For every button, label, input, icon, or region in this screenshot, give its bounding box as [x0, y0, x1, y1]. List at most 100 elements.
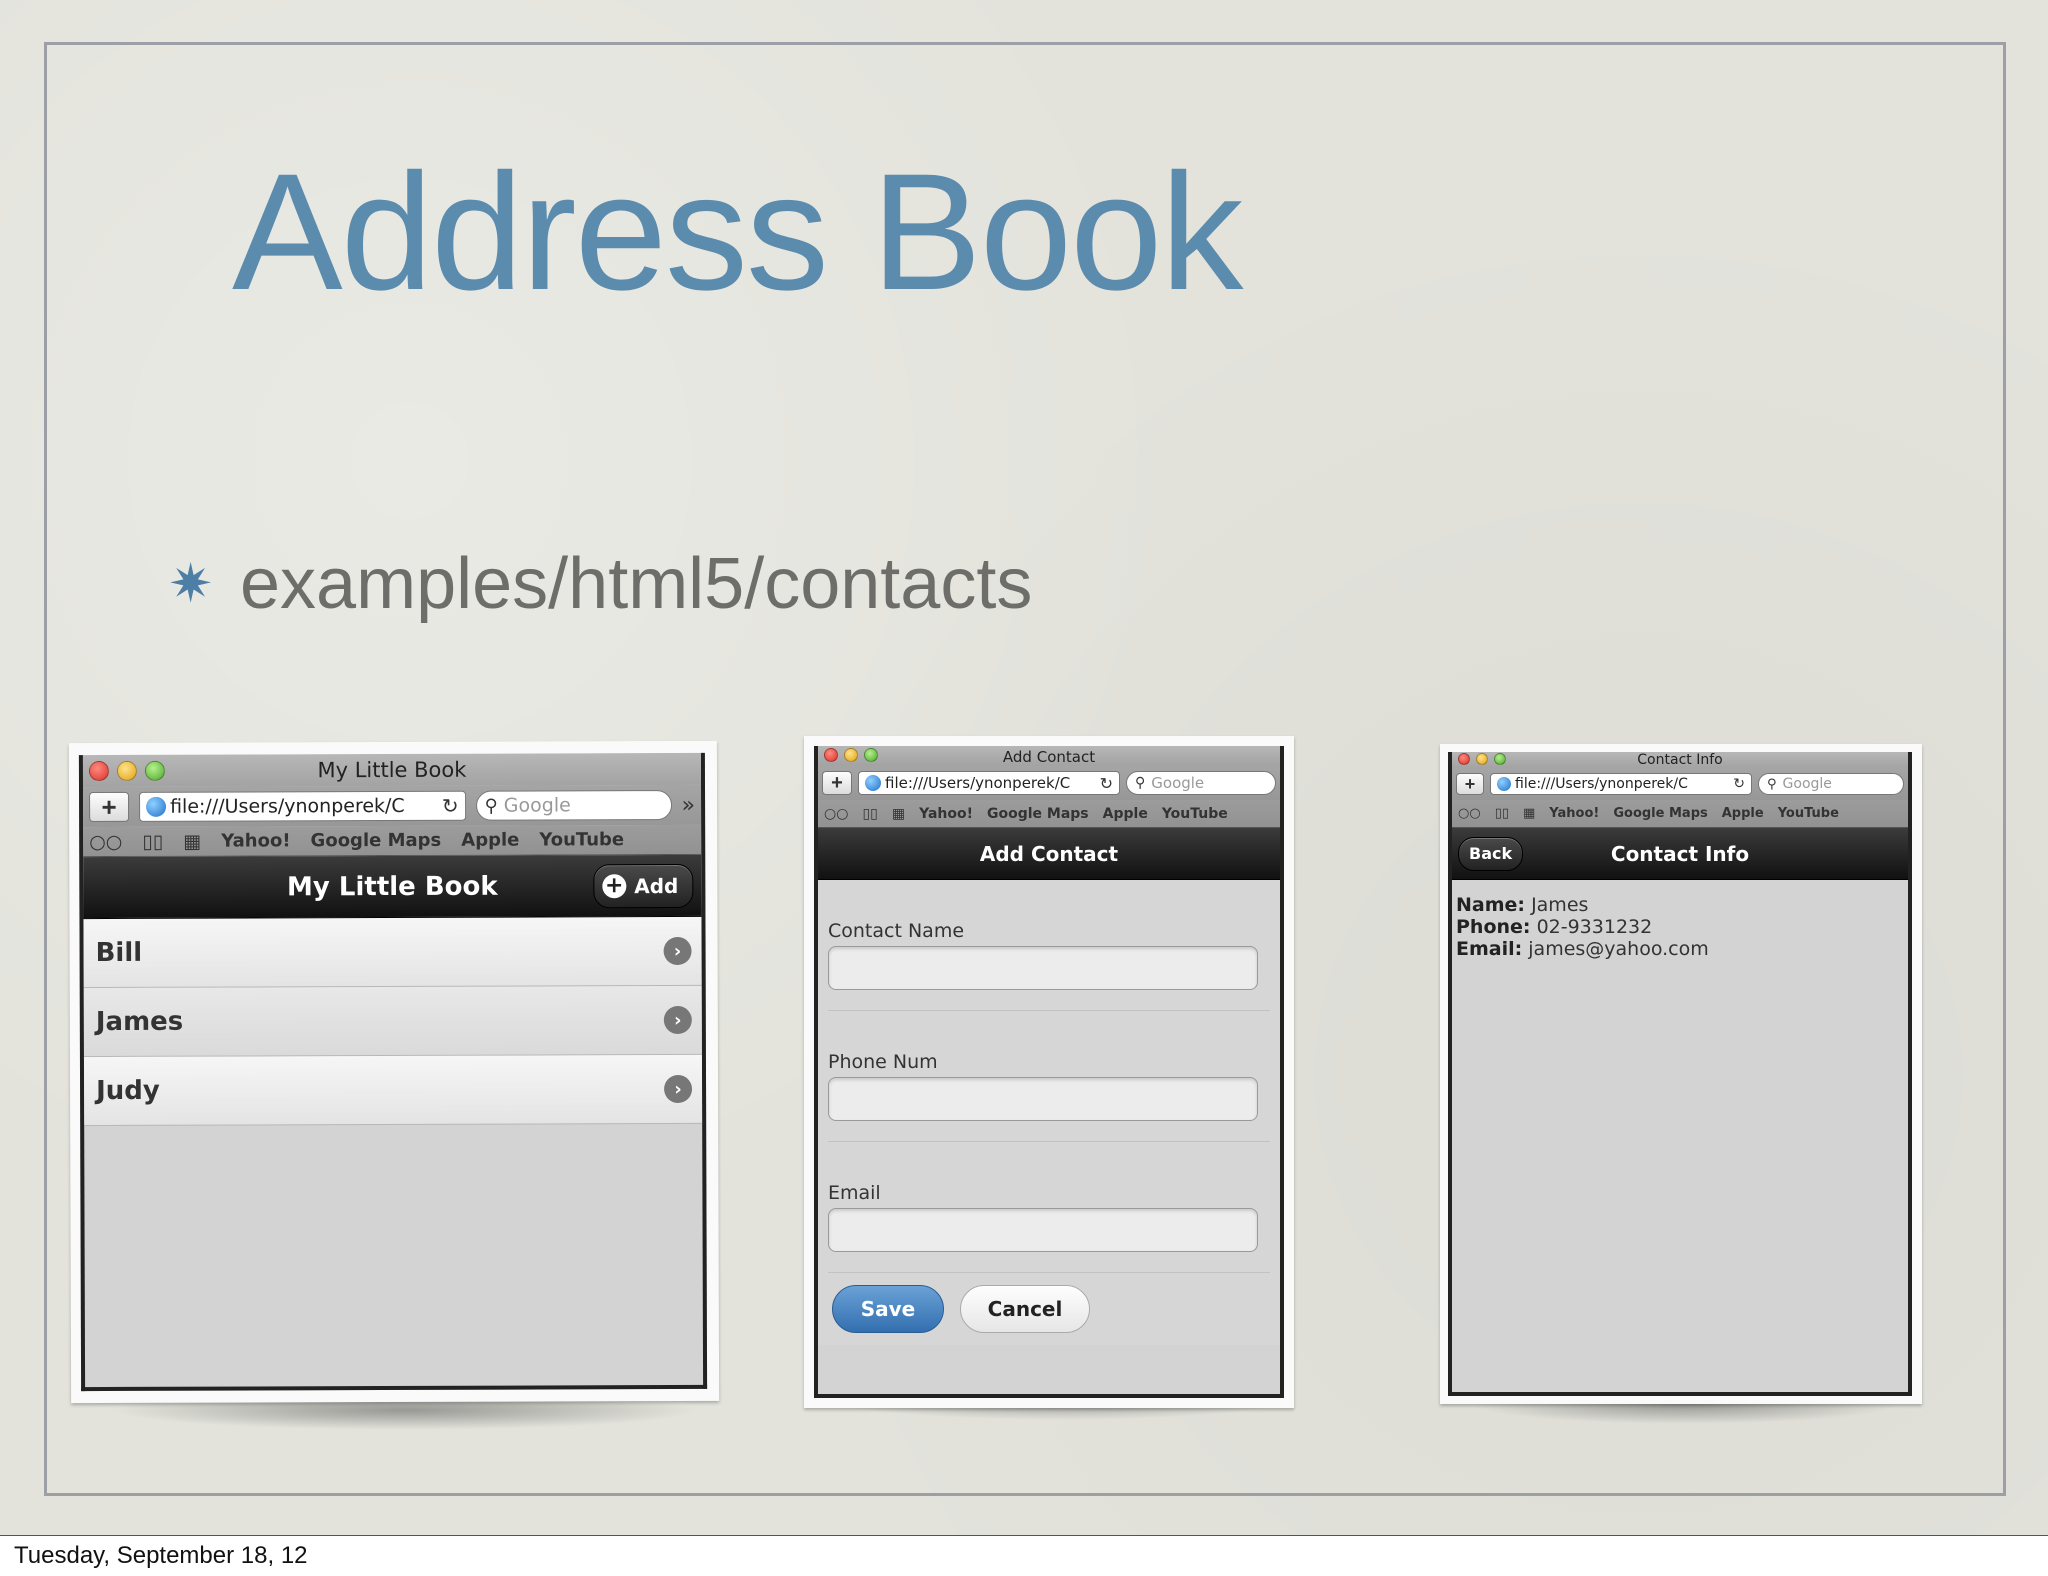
- address-bar[interactable]: file:///Users/ynonperek/C ↻: [858, 771, 1120, 795]
- bookmarks-book-icon[interactable]: ▯▯: [862, 806, 877, 822]
- app-header: Back Contact Info: [1452, 828, 1908, 880]
- browser-toolbar: + file:///Users/ynonperek/C ↻ ⚲ Google »: [83, 784, 702, 828]
- bookmarks-book-icon[interactable]: ▯▯: [1495, 806, 1509, 821]
- add-bookmark-button[interactable]: +: [822, 771, 852, 795]
- back-button[interactable]: Back: [1458, 836, 1524, 871]
- contact-details: Name: James Phone: 02-9331232 Email: jam…: [1452, 880, 1908, 974]
- reload-icon[interactable]: ↻: [442, 794, 459, 818]
- bullet-item: ✷ examples/html5/contacts: [168, 548, 1032, 620]
- field-label: Contact Name: [828, 920, 965, 942]
- contact-list-item[interactable]: Judy ›: [83, 1054, 703, 1127]
- search-icon: ⚲: [1767, 776, 1777, 792]
- screenshot-list: My Little Book + file:///Users/ynonperek…: [68, 740, 720, 1404]
- close-window-icon[interactable]: [88, 760, 109, 782]
- chevron-right-icon: ›: [663, 936, 692, 966]
- detail-key: Email:: [1456, 938, 1523, 960]
- slide-title: Address Book: [232, 140, 1243, 325]
- bookmark-link[interactable]: Google Maps: [987, 806, 1089, 822]
- bookmarks-book-icon[interactable]: ▯▯: [142, 830, 163, 852]
- reload-icon[interactable]: ↻: [1100, 774, 1113, 793]
- bookmark-link[interactable]: YouTube: [539, 829, 624, 850]
- detail-row: Phone: 02-9331232: [1456, 916, 1904, 938]
- search-placeholder: Google: [1151, 774, 1205, 792]
- bookmark-link[interactable]: Yahoo!: [1549, 806, 1599, 821]
- bookmark-link[interactable]: Apple: [1722, 806, 1764, 821]
- window-titlebar: Contact Info: [1452, 752, 1908, 768]
- bookmark-link[interactable]: Apple: [461, 830, 519, 851]
- top-sites-grid-icon[interactable]: ▦: [1523, 806, 1535, 821]
- browser-window: My Little Book + file:///Users/ynonperek…: [78, 752, 708, 1392]
- bookmark-link[interactable]: Google Maps: [310, 830, 441, 851]
- minimize-window-icon[interactable]: [1476, 753, 1488, 765]
- reading-list-icon[interactable]: ○○: [824, 806, 848, 822]
- contact-name-input[interactable]: [828, 946, 1258, 990]
- reading-list-icon[interactable]: ○○: [89, 830, 122, 852]
- bullet-text: examples/html5/contacts: [240, 544, 1033, 624]
- detail-value: james@yahoo.com: [1528, 938, 1709, 960]
- detail-row: Email: james@yahoo.com: [1456, 938, 1904, 960]
- detail-value: James: [1531, 894, 1589, 916]
- browser-toolbar: + file:///Users/ynonperek/C ↻ ⚲ Google: [818, 766, 1280, 800]
- add-bookmark-button[interactable]: +: [89, 791, 130, 823]
- add-bookmark-button[interactable]: +: [1456, 773, 1484, 795]
- form-actions: Save Cancel: [828, 1273, 1270, 1345]
- zoom-window-icon[interactable]: [864, 748, 878, 762]
- minimize-window-icon[interactable]: [116, 760, 137, 781]
- bookmark-link[interactable]: Google Maps: [1613, 806, 1707, 821]
- traffic-lights: [824, 748, 878, 762]
- bookmark-link[interactable]: Apple: [1103, 806, 1148, 822]
- contact-name: Bill: [95, 937, 143, 969]
- add-contact-form: Contact Name Phone Num Email Save Cancel: [818, 880, 1280, 1345]
- bookmarks-bar: ○○ ▯▯ ▦ Yahoo! Google Maps Apple YouTube: [818, 800, 1280, 828]
- globe-icon: [1497, 777, 1511, 791]
- address-text: file:///Users/ynonperek/C: [170, 794, 405, 818]
- reading-list-icon[interactable]: ○○: [1458, 806, 1481, 821]
- phone-num-input[interactable]: [828, 1077, 1258, 1121]
- bookmark-link[interactable]: Yahoo!: [919, 806, 973, 822]
- email-input[interactable]: [828, 1208, 1258, 1252]
- contact-list: Bill › James › Judy ›: [83, 916, 703, 1127]
- close-window-icon[interactable]: [824, 748, 838, 762]
- field-label: Phone Num: [828, 1051, 938, 1073]
- bookmark-link[interactable]: Yahoo!: [221, 830, 290, 851]
- search-input[interactable]: ⚲ Google: [1126, 771, 1276, 795]
- close-window-icon[interactable]: [1458, 753, 1470, 765]
- detail-value: 02-9331232: [1536, 916, 1653, 938]
- top-sites-grid-icon[interactable]: ▦: [183, 830, 201, 852]
- address-text: file:///Users/ynonperek/C: [885, 774, 1071, 792]
- search-input[interactable]: ⚲ Google: [1758, 773, 1904, 795]
- chevron-right-icon: ›: [663, 1005, 692, 1035]
- detail-row: Name: James: [1456, 894, 1904, 916]
- form-field: Contact Name: [828, 880, 1270, 1011]
- bookmark-link[interactable]: YouTube: [1162, 806, 1228, 822]
- globe-icon: [146, 796, 167, 817]
- slide-background: Address Book ✷ examples/html5/contacts M…: [0, 0, 2048, 1536]
- top-sites-grid-icon[interactable]: ▦: [892, 806, 905, 822]
- address-bar[interactable]: file:///Users/ynonperek/C ↻: [1490, 773, 1752, 795]
- field-label: Email: [828, 1182, 881, 1204]
- search-placeholder: Google: [1782, 776, 1832, 792]
- cancel-button[interactable]: Cancel: [960, 1285, 1090, 1333]
- zoom-window-icon[interactable]: [1494, 753, 1506, 765]
- window-title: Contact Info: [1637, 752, 1723, 768]
- form-field: Phone Num: [828, 1011, 1270, 1142]
- screenshot-add-contact: Add Contact + file:///Users/ynonperek/C …: [804, 736, 1294, 1408]
- address-bar[interactable]: file:///Users/ynonperek/C ↻: [139, 790, 466, 822]
- bookmarks-bar: ○○ ▯▯ ▦ Yahoo! Google Maps Apple YouTube: [83, 824, 702, 858]
- search-input[interactable]: ⚲ Google: [475, 790, 672, 821]
- browser-window: Add Contact + file:///Users/ynonperek/C …: [814, 746, 1284, 1398]
- chevron-right-icon: ›: [664, 1074, 693, 1104]
- save-button[interactable]: Save: [832, 1285, 944, 1333]
- minimize-window-icon[interactable]: [844, 748, 858, 762]
- zoom-window-icon[interactable]: [144, 760, 165, 781]
- contact-list-item[interactable]: James ›: [83, 985, 702, 1058]
- app-header: My Little Book + Add: [83, 854, 702, 920]
- contact-list-item[interactable]: Bill ›: [83, 916, 702, 989]
- bookmark-link[interactable]: YouTube: [1778, 806, 1839, 821]
- header-title: My Little Book: [286, 871, 498, 902]
- search-placeholder: Google: [503, 794, 571, 817]
- reload-icon[interactable]: ↻: [1733, 776, 1745, 792]
- browser-toolbar: + file:///Users/ynonperek/C ↻ ⚲ Google: [1452, 768, 1908, 800]
- add-contact-button[interactable]: + Add: [593, 863, 694, 908]
- toolbar-overflow-icon[interactable]: »: [682, 792, 696, 817]
